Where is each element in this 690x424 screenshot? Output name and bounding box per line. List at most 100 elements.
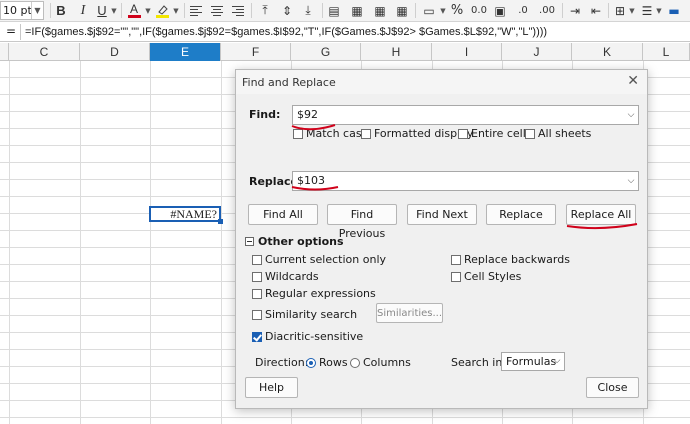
other-options-expander[interactable]: Other options bbox=[245, 235, 344, 248]
number-format-button[interactable]: 0.0 bbox=[468, 1, 490, 20]
chevron-down-icon[interactable]: ▼ bbox=[439, 1, 447, 20]
currency-format-icon[interactable]: ▭ bbox=[420, 1, 438, 20]
align-right-icon[interactable] bbox=[231, 1, 245, 20]
border-style-icon[interactable]: ☰ bbox=[640, 1, 654, 20]
align-bottom-icon[interactable]: ⤓ bbox=[300, 1, 316, 20]
chevron-down-icon[interactable]: ▼ bbox=[31, 2, 43, 19]
checkbox-box[interactable] bbox=[252, 254, 262, 265]
date-format-icon[interactable]: ▣ bbox=[492, 1, 508, 20]
font-color-button[interactable]: A bbox=[126, 1, 142, 20]
bold-button[interactable]: B bbox=[54, 1, 68, 20]
close-button[interactable]: Close bbox=[586, 377, 639, 398]
increase-indent-icon[interactable]: ⇥ bbox=[567, 1, 583, 20]
highlight-button[interactable] bbox=[154, 1, 170, 20]
column-header-d[interactable]: D bbox=[80, 43, 150, 61]
checkbox-label: Cell Styles bbox=[464, 270, 522, 283]
chevron-down-icon[interactable]: ▼ bbox=[172, 1, 180, 20]
checkbox-box[interactable] bbox=[252, 288, 262, 299]
border-color-icon[interactable]: ▬ bbox=[666, 1, 682, 20]
active-cell[interactable]: #NAME? bbox=[149, 206, 223, 224]
chevron-down-icon[interactable]: ▼ bbox=[655, 1, 663, 20]
underline-button[interactable]: U bbox=[96, 1, 108, 20]
column-header-i[interactable]: I bbox=[432, 43, 502, 61]
column-header-c[interactable]: C bbox=[9, 43, 80, 61]
all-sheets-checkbox[interactable]: All sheets bbox=[525, 127, 591, 140]
help-button[interactable]: Help bbox=[245, 377, 298, 398]
grid-column-line bbox=[221, 61, 222, 424]
find-next-button[interactable]: Find Next bbox=[407, 204, 477, 225]
column-header-e[interactable]: E bbox=[150, 43, 221, 61]
merge-cells-icon[interactable]: ▦ bbox=[350, 1, 364, 20]
formula-bar: = =IF($games.$j$92="","",IF($games.$j$92… bbox=[0, 22, 690, 42]
delete-decimal-button[interactable]: .00 bbox=[536, 1, 558, 20]
chevron-down-icon[interactable]: ▼ bbox=[110, 1, 118, 20]
align-center-icon[interactable] bbox=[210, 1, 224, 20]
checkbox-box[interactable] bbox=[525, 128, 535, 139]
borders-icon[interactable]: ⊞ bbox=[613, 1, 627, 20]
regular-expressions-checkbox[interactable]: Regular expressions bbox=[252, 287, 376, 300]
direction-rows-radio[interactable]: Rows bbox=[306, 356, 348, 369]
replace-button[interactable]: Replace bbox=[486, 204, 556, 225]
collapse-icon[interactable] bbox=[245, 237, 254, 246]
radio-button[interactable] bbox=[306, 357, 316, 368]
column-header-j[interactable]: J bbox=[502, 43, 572, 61]
font-size-box[interactable]: 10 pt ▼ bbox=[0, 1, 44, 20]
close-icon[interactable]: ✕ bbox=[627, 73, 639, 89]
column-header-b-partial[interactable] bbox=[0, 43, 9, 61]
column-header-g[interactable]: G bbox=[291, 43, 361, 61]
column-header-h[interactable]: H bbox=[361, 43, 432, 61]
fill-handle[interactable] bbox=[218, 219, 223, 224]
find-all-button[interactable]: Find All bbox=[248, 204, 318, 225]
checkbox-label: Similarity search bbox=[265, 308, 358, 321]
annotation-underline bbox=[566, 223, 638, 230]
replace-backwards-checkbox[interactable]: Replace backwards bbox=[451, 253, 570, 266]
checkbox-label: Diacritic-sensitive bbox=[265, 330, 364, 343]
wrap-text-icon[interactable]: ▤ bbox=[327, 1, 341, 20]
search-in-label: Search in: bbox=[451, 356, 507, 369]
decrease-indent-icon[interactable]: ⇤ bbox=[588, 1, 604, 20]
column-header-f[interactable]: F bbox=[221, 43, 291, 61]
search-in-select[interactable]: Formulas ⌵ bbox=[501, 352, 565, 371]
chevron-down-icon[interactable]: ▼ bbox=[144, 1, 152, 20]
checkbox-box[interactable] bbox=[252, 309, 262, 320]
find-input[interactable]: $92 ⌵ bbox=[292, 105, 639, 125]
chevron-down-icon[interactable]: ⌵ bbox=[550, 353, 564, 370]
align-left-icon[interactable] bbox=[189, 1, 203, 20]
column-header-l[interactable]: L bbox=[643, 43, 690, 61]
italic-button[interactable]: I bbox=[76, 1, 90, 20]
chevron-down-icon[interactable]: ▼ bbox=[628, 1, 636, 20]
radio-button[interactable] bbox=[350, 357, 360, 368]
diacritic-sensitive-checkbox[interactable]: Diacritic-sensitive bbox=[252, 330, 363, 343]
wildcards-checkbox[interactable]: Wildcards bbox=[252, 270, 319, 283]
align-top-icon[interactable]: ⤒ bbox=[257, 1, 273, 20]
unmerge-cells-icon[interactable]: ▦ bbox=[395, 1, 409, 20]
column-header-k[interactable]: K bbox=[572, 43, 643, 61]
add-decimal-button[interactable]: .0 bbox=[513, 1, 533, 20]
checkbox-box[interactable] bbox=[451, 254, 461, 265]
checkbox-box[interactable] bbox=[361, 128, 371, 139]
merge-center-icon[interactable]: ▦ bbox=[373, 1, 387, 20]
checkbox-box[interactable] bbox=[252, 271, 262, 282]
checkbox-label: Replace backwards bbox=[464, 253, 570, 266]
chevron-down-icon[interactable]: ⌵ bbox=[624, 106, 638, 124]
cell-styles-checkbox[interactable]: Cell Styles bbox=[451, 270, 521, 283]
checkbox-box[interactable] bbox=[252, 331, 262, 342]
checkbox-box[interactable] bbox=[451, 271, 461, 282]
similarities-button[interactable]: Similarities... bbox=[376, 303, 443, 323]
formula-equals-icon[interactable]: = bbox=[6, 24, 16, 38]
similarity-search-checkbox[interactable]: Similarity search bbox=[252, 308, 357, 321]
find-previous-button[interactable]: Find Previous bbox=[327, 204, 397, 240]
direction-columns-radio[interactable]: Columns bbox=[350, 356, 411, 369]
highlight-bar bbox=[155, 14, 169, 18]
formatted-display-checkbox[interactable]: Formatted display bbox=[361, 127, 473, 140]
current-selection-only-checkbox[interactable]: Current selection only bbox=[252, 253, 386, 266]
checkbox-label: Current selection only bbox=[265, 253, 387, 266]
checkbox-box[interactable] bbox=[458, 128, 468, 139]
percent-format-button[interactable]: % bbox=[450, 1, 464, 20]
dialog-title: Find and Replace bbox=[242, 76, 336, 89]
cell-value: #NAME? bbox=[170, 207, 217, 221]
align-middle-icon[interactable]: ⇕ bbox=[279, 1, 295, 20]
chevron-down-icon[interactable]: ⌵ bbox=[624, 172, 638, 190]
formula-input[interactable]: =IF($games.$j$92="","",IF($games.$j$92=$… bbox=[20, 24, 690, 40]
entire-cells-checkbox[interactable]: Entire cells bbox=[458, 127, 532, 140]
